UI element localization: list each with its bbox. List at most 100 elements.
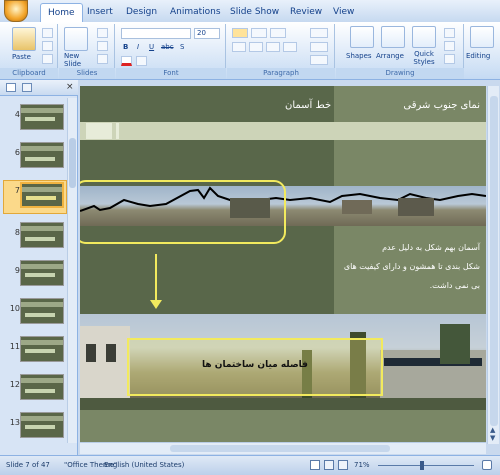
panel-tabs: × (0, 80, 78, 96)
shape-outline-icon[interactable] (444, 41, 455, 51)
align-text-icon[interactable] (310, 42, 328, 52)
format-painter-icon[interactable] (42, 54, 53, 64)
underline-button[interactable]: U (149, 43, 154, 51)
outline-tab-icon[interactable] (22, 83, 32, 92)
slide-thumbnail[interactable] (20, 298, 64, 324)
normal-view-icon[interactable] (310, 460, 320, 470)
prev-slide-icon[interactable]: ▲ (490, 426, 495, 434)
zoom-slider[interactable] (378, 465, 474, 466)
copy-icon[interactable] (42, 41, 53, 51)
tab-view[interactable]: View (326, 3, 361, 22)
body-line: آسمان بهم شکل به دلیل عدم (382, 243, 480, 252)
status-bar: Slide 7 of 47 "Office Theme" English (Un… (0, 455, 500, 475)
office-button[interactable] (4, 0, 28, 22)
slide-thumbnail[interactable] (20, 336, 64, 362)
slide-thumbnail[interactable] (20, 260, 64, 286)
numbering-icon[interactable] (251, 28, 267, 38)
close-panel-icon[interactable]: × (66, 82, 74, 92)
scrollbar-thumb[interactable] (490, 96, 498, 426)
font-name-field[interactable] (121, 28, 191, 39)
skyline-highlight-frame[interactable] (80, 180, 286, 244)
align-left-icon[interactable] (232, 42, 246, 52)
new-slide-icon[interactable] (64, 27, 88, 51)
font-size-field[interactable]: 20 (194, 28, 220, 39)
shadow-button[interactable]: S (180, 43, 184, 51)
arrow-shaft (155, 254, 157, 304)
quick-styles-icon[interactable] (412, 26, 436, 48)
layout-icon[interactable] (97, 28, 108, 38)
tab-animations[interactable]: Animations (163, 3, 228, 22)
strikethrough-button[interactable]: abc (161, 43, 174, 51)
slide-number: 11 (9, 342, 20, 351)
body-line: بی نمی داشت. (429, 281, 480, 290)
change-case-icon[interactable] (136, 56, 147, 66)
scrollbar-thumb[interactable] (69, 138, 76, 188)
slide-horizontal-scrollbar[interactable] (80, 442, 486, 454)
scrollbar-thumb[interactable] (170, 445, 390, 452)
shapes-icon[interactable] (350, 26, 374, 48)
slide-thumbnail[interactable] (20, 222, 64, 248)
slides-group-label: Slides (59, 68, 115, 79)
tab-slide-show[interactable]: Slide Show (223, 3, 286, 22)
shapes-label: Shapes (346, 52, 372, 60)
slide-thumbnail[interactable] (20, 104, 64, 130)
slides-panel-scrollbar[interactable] (67, 98, 77, 443)
slide-canvas: خط آسمان نمای جنوب شرقی آسمان بهم شکل به… (80, 86, 486, 442)
tab-home[interactable]: Home (40, 3, 83, 22)
slide-sorter-icon[interactable] (324, 460, 334, 470)
editing-icon[interactable] (470, 26, 494, 48)
slide-thumbnail[interactable] (20, 142, 64, 168)
slide-number: 9 (14, 266, 20, 275)
paste-label: Paste (12, 53, 31, 61)
bold-button[interactable]: B (123, 43, 128, 51)
align-center-icon[interactable] (249, 42, 263, 52)
tab-insert[interactable]: Insert (80, 3, 120, 22)
paste-icon[interactable] (12, 27, 36, 51)
justify-icon[interactable] (283, 42, 297, 52)
slides-tab-icon[interactable] (6, 83, 16, 92)
slide-bottom-band (80, 398, 486, 410)
header-left-text: خط آسمان (285, 100, 332, 111)
shape-fill-icon[interactable] (444, 28, 455, 38)
slide-count-status: Slide 7 of 47 (6, 461, 50, 469)
slide-band-block (116, 123, 119, 139)
indent-icon[interactable] (270, 28, 286, 38)
slide-top-band (80, 122, 486, 140)
zoom-level[interactable]: 71% (354, 461, 370, 469)
ribbon-tab-strip: Home Insert Design Animations Slide Show… (0, 0, 500, 22)
tab-design[interactable]: Design (119, 3, 164, 22)
slide-number: 4 (14, 110, 20, 119)
shape-effects-icon[interactable] (444, 54, 455, 64)
italic-button[interactable]: I (137, 43, 139, 51)
slide-number: 6 (14, 148, 20, 157)
bullets-icon[interactable] (232, 28, 248, 38)
callout-box[interactable]: فاصله میان ساختمان ها (127, 338, 383, 396)
text-direction-icon[interactable] (310, 28, 328, 38)
slide-thumbnail[interactable] (20, 374, 64, 400)
slide-number: 10 (9, 304, 20, 313)
fit-to-window-icon[interactable] (482, 460, 492, 470)
language-status[interactable]: English (United States) (104, 461, 184, 469)
quick-styles-label: Quick Styles (413, 50, 435, 66)
slide-band-block (86, 123, 112, 139)
drawing-group-label: Drawing (336, 68, 464, 79)
arrange-label: Arrange (376, 52, 404, 60)
smartart-icon[interactable] (310, 55, 328, 65)
arrange-icon[interactable] (381, 26, 405, 48)
slide-number: 7 (14, 186, 20, 195)
tab-review[interactable]: Review (283, 3, 329, 22)
font-color-icon[interactable] (121, 56, 132, 66)
slide-thumbnail[interactable] (20, 412, 64, 438)
delete-slide-icon[interactable] (97, 54, 108, 64)
slide-thumbnail-selected[interactable] (20, 182, 64, 208)
cut-icon[interactable] (42, 28, 53, 38)
slide-vertical-scrollbar[interactable]: ▲ ▼ (487, 86, 499, 444)
zoom-slider-handle[interactable] (420, 461, 424, 470)
header-right-text: نمای جنوب شرقی (403, 100, 480, 111)
slide-show-icon[interactable] (338, 460, 348, 470)
next-slide-icon[interactable]: ▼ (490, 434, 495, 442)
reset-icon[interactable] (97, 41, 108, 51)
align-right-icon[interactable] (266, 42, 280, 52)
body-text: آسمان بهم شکل به دلیل عدم شکل بندی تا هم… (330, 238, 480, 295)
slide-number: 12 (9, 380, 20, 389)
